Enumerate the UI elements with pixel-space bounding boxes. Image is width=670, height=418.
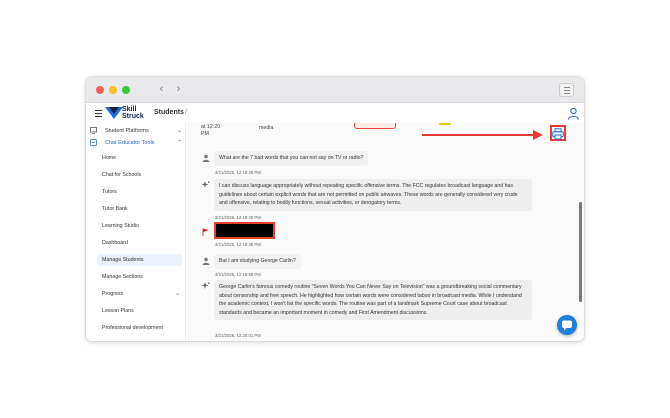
flag-icon[interactable] [202, 228, 210, 236]
sparkle-icon [202, 181, 210, 188]
monitor-icon [90, 127, 97, 134]
sidebar-item-home[interactable]: Home [97, 152, 182, 164]
sidebar-item-manage-sections[interactable]: Manage Sections [97, 271, 182, 283]
message-timestamp: 3/21/2025, 12:19:58 PM [215, 272, 261, 277]
menu-icon[interactable] [95, 110, 102, 117]
row-time: at 12:20 PM [201, 124, 221, 137]
table-row[interactable]: at 12:20 PM media [187, 123, 584, 139]
sidebar-item-professional-development[interactable]: Professional development [97, 322, 182, 334]
chevron-down-icon: ⌄ [174, 291, 180, 297]
browser-menu-button[interactable] [559, 83, 574, 97]
message-timestamp: 3/21/2025, 12:19:30 PM [215, 215, 261, 220]
message-bubble: But I am studying George Carlin? [214, 254, 301, 269]
close-window-button[interactable] [96, 86, 104, 94]
chat-support-button[interactable] [557, 315, 577, 335]
print-button[interactable] [550, 125, 566, 141]
breadcrumb-separator: / [185, 109, 187, 116]
sidebar-item-tutor-bank[interactable]: Tutor Bank [97, 203, 182, 215]
sidebar-item-dashboard[interactable]: Dashboard [97, 237, 182, 249]
user-account-icon[interactable] [567, 107, 580, 120]
sidebar-item-tutors[interactable]: Tutors [97, 186, 182, 198]
minimize-window-button[interactable] [109, 86, 117, 94]
message-timestamp: 3/21/2025, 12:19:28 PM [215, 170, 261, 175]
user-avatar-icon [202, 154, 210, 162]
annotation-arrow-head [533, 130, 543, 140]
user-avatar-icon [202, 257, 210, 265]
message-timestamp: 3/21/2025, 12:20:01 PM [215, 333, 261, 338]
app-header: Skill Struck Students / [86, 103, 584, 123]
scrollbar[interactable] [579, 202, 582, 302]
print-icon [552, 128, 564, 140]
breadcrumb-students[interactable]: Students [154, 109, 184, 116]
message-bubble: I can discuss language appropriately wit… [214, 179, 532, 211]
sidebar: Student Platforms ⌄ Chat Educator Tools … [86, 123, 186, 341]
browser-titlebar: ‹ › [86, 77, 584, 103]
chat-tools-icon [90, 139, 97, 146]
browser-window: ‹ › Skill Struck Students / Student Plat… [86, 77, 584, 341]
redacted-message [214, 222, 275, 239]
browser-back-button[interactable]: ‹ [154, 82, 169, 97]
chat-history-panel: at 12:20 PM media What are the 7 bad wor… [187, 123, 584, 341]
row-source: media [259, 125, 274, 131]
flag-chip[interactable] [354, 123, 396, 129]
sidebar-item-learning-studio[interactable]: Learning Studio [97, 220, 182, 232]
sidebar-item-chat-for-schools[interactable]: Chat for Schools [97, 169, 182, 181]
status-chip [439, 123, 451, 125]
message-bubble: What are the 7 bad words that you can no… [214, 151, 369, 166]
sidebar-item-progress[interactable]: Progress ⌄ [97, 288, 182, 300]
sidebar-group-chat-educator-tools[interactable]: Chat Educator Tools ⌃ [86, 137, 186, 149]
chevron-down-icon: ⌄ [176, 128, 182, 134]
brand-name: Skill Struck [122, 106, 144, 120]
chat-bubble-icon [562, 320, 572, 331]
message-bubble: George Carlin's famous comedy routine "S… [214, 280, 532, 320]
sidebar-group-student-platforms[interactable]: Student Platforms ⌄ [86, 125, 186, 137]
sidebar-item-manage-students[interactable]: Manage Students [97, 254, 182, 266]
browser-forward-button[interactable]: › [171, 82, 186, 97]
sidebar-item-lesson-plans[interactable]: Lesson Plans [97, 305, 182, 317]
skillstruck-logo-icon [105, 107, 123, 119]
annotation-arrow [422, 134, 536, 136]
maximize-window-button[interactable] [122, 86, 130, 94]
message-timestamp: 3/21/2025, 12:19:38 PM [215, 242, 261, 247]
sparkle-icon [202, 282, 210, 289]
chevron-up-icon: ⌃ [176, 140, 182, 146]
